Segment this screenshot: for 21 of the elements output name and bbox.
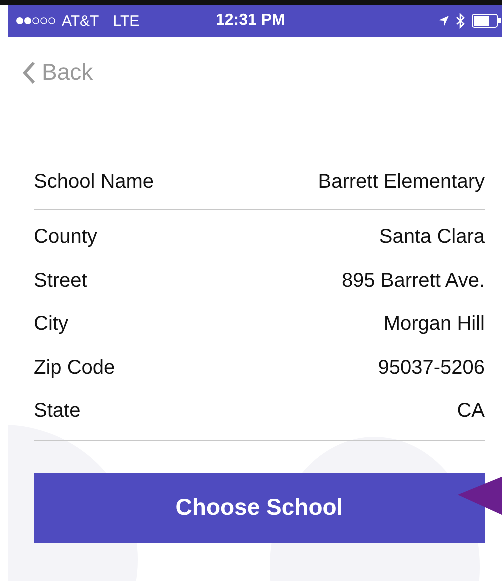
field-value: Morgan Hill	[384, 313, 485, 336]
field-label: School Name	[34, 170, 154, 194]
field-label: City	[34, 313, 68, 336]
carrier-name: AT&T	[62, 12, 100, 30]
field-value: Santa Clara	[379, 226, 485, 250]
chevron-left-icon	[22, 60, 36, 84]
field-value: 95037-5206	[378, 356, 485, 380]
field-label: County	[34, 226, 98, 250]
field-label: State	[34, 400, 81, 424]
signal-icon	[16, 16, 58, 26]
field-label: Zip Code	[34, 356, 116, 380]
battery-icon	[472, 14, 502, 28]
bluetooth-icon	[456, 13, 466, 29]
location-icon	[438, 15, 450, 27]
field-label: Street	[34, 270, 88, 293]
network-type: LTE	[113, 12, 140, 30]
field-value: Barrett Elementary	[318, 170, 485, 194]
field-value: CA	[457, 400, 485, 424]
field-value: 895 Barrett Ave.	[342, 270, 485, 293]
clock-time: 12:31 PM	[216, 12, 286, 30]
choose-school-button[interactable]: Choose School	[34, 472, 485, 542]
